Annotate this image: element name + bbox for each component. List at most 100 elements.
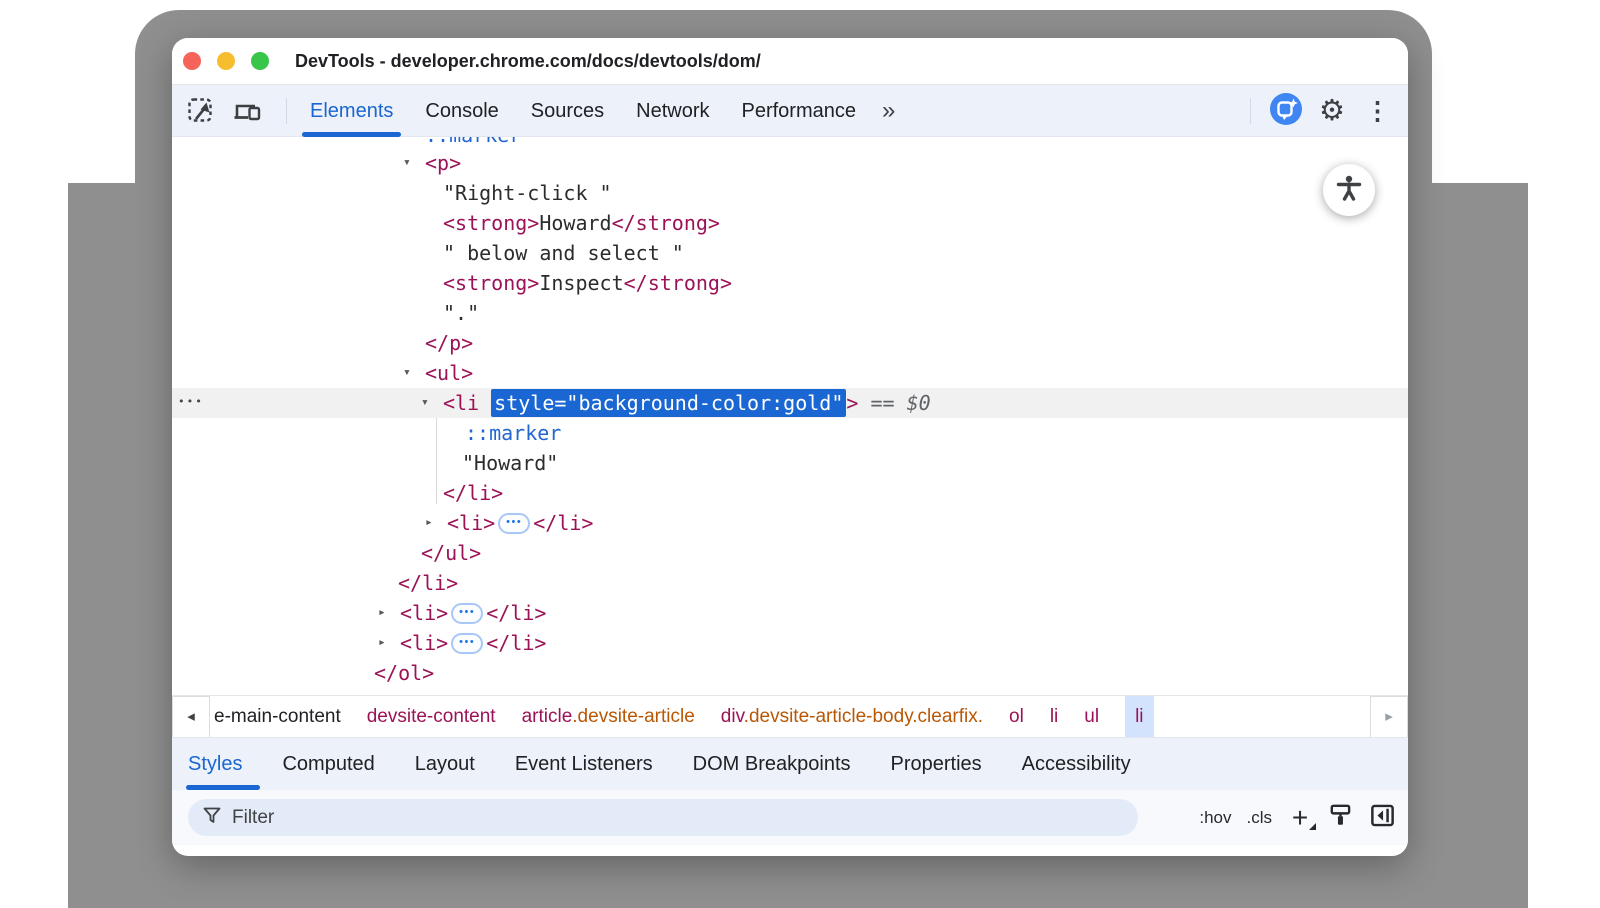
window-title: DevTools - developer.chrome.com/docs/dev… <box>295 38 761 85</box>
dom-tree-node[interactable]: "Howard" <box>172 448 1408 478</box>
sidebar-tab-dom-breakpoints[interactable]: DOM Breakpoints <box>693 738 851 790</box>
tab-network[interactable]: Network <box>620 85 725 137</box>
dom-tree-node[interactable]: </li> <box>172 478 1408 508</box>
node-text: "Right-click " <box>443 181 612 205</box>
node-tag: <li <box>443 391 491 415</box>
sidebar-tab-event-listeners[interactable]: Event Listeners <box>515 738 653 790</box>
tab-sources[interactable]: Sources <box>515 85 620 137</box>
dom-tree-node[interactable]: ▾<ul> <box>172 358 1408 388</box>
crumb-tag: ul <box>1084 706 1099 727</box>
collapse-arrow-icon[interactable]: ▾ <box>403 148 411 178</box>
dom-tree-node[interactable]: ▸ <li>•••</li> <box>172 508 1408 538</box>
styles-filter-bar: Filter :hov .cls + <box>172 790 1408 845</box>
node-options-dots-icon[interactable]: ••• <box>178 388 204 416</box>
dom-tree-node[interactable]: "Right-click " <box>172 178 1408 208</box>
sidebar-tab-computed[interactable]: Computed <box>282 738 374 790</box>
sidebar-tab-layout[interactable]: Layout <box>415 738 475 790</box>
toggle-hover-state-button[interactable]: :hov <box>1199 808 1231 828</box>
node-text: Inspect <box>539 271 623 295</box>
expand-arrow-icon[interactable]: ▸ <box>378 628 386 658</box>
toolbar-right-divider <box>1250 98 1251 124</box>
node-text: "." <box>443 301 479 325</box>
sidebar-tab-accessibility[interactable]: Accessibility <box>1022 738 1131 790</box>
settings-gear-icon[interactable]: ⚙ <box>1319 96 1345 126</box>
dom-tree: ::marker▾<p>"Right-click "<strong>Howard… <box>172 137 1408 695</box>
filter-input[interactable]: Filter <box>188 799 1138 836</box>
breadcrumb-item[interactable]: e-main-content <box>214 696 341 738</box>
node-tag: <li> <box>447 511 495 535</box>
new-style-rule-button[interactable]: + <box>1287 805 1313 831</box>
node-tag: </li> <box>486 631 546 655</box>
toggle-sidebar-icon[interactable] <box>1369 802 1396 834</box>
stage: DevTools - developer.chrome.com/docs/dev… <box>0 0 1600 908</box>
ellipsis-expand-pill[interactable]: ••• <box>498 513 530 534</box>
filter-placeholder: Filter <box>232 807 274 829</box>
accessibility-overlay-button[interactable] <box>1323 164 1375 216</box>
filter-funnel-icon <box>202 805 222 830</box>
breadcrumb-bar: ◂ e-main-content devsite-content article.d… <box>172 695 1408 737</box>
breadcrumb-scroll-right-icon[interactable]: ▸ <box>1370 696 1408 738</box>
ellipsis-expand-pill[interactable]: ••• <box>451 603 483 624</box>
sidebar-tab-properties[interactable]: Properties <box>891 738 982 790</box>
node-text: " below and select " <box>443 241 684 265</box>
crumb-tag: devsite-content <box>367 706 496 727</box>
zoom-window-button[interactable] <box>251 52 269 70</box>
node-tag: <li> <box>400 601 448 625</box>
more-tabs-icon[interactable]: » <box>872 87 903 135</box>
node-tag: </ul> <box>421 541 481 565</box>
tab-performance[interactable]: Performance <box>726 85 873 137</box>
breadcrumb-item[interactable]: ul <box>1084 696 1099 738</box>
ai-assistance-icon[interactable] <box>1269 92 1303 131</box>
sidebar-tab-styles[interactable]: Styles <box>188 738 242 790</box>
dom-tree-node[interactable]: <strong>Howard</strong> <box>172 208 1408 238</box>
crumb-tag: article <box>522 706 573 727</box>
dom-tree-node[interactable]: ▸<li>•••</li> <box>172 598 1408 628</box>
node-dollar: $0 <box>907 391 931 415</box>
devtools-window: DevTools - developer.chrome.com/docs/dev… <box>172 38 1408 856</box>
tab-elements[interactable]: Elements <box>294 85 409 137</box>
ellipsis-expand-pill[interactable]: ••• <box>451 633 483 654</box>
dom-tree-node[interactable]: ::marker <box>172 418 1408 448</box>
dom-tree-node[interactable]: " below and select " <box>172 238 1408 268</box>
dom-tree-node[interactable]: ▸<li>•••</li> <box>172 628 1408 658</box>
expand-arrow-icon[interactable]: ▸ <box>378 598 386 628</box>
collapse-arrow-icon[interactable]: ▾ <box>421 388 429 418</box>
close-window-button[interactable] <box>183 52 201 70</box>
expand-arrow-icon[interactable]: ▸ <box>425 508 433 538</box>
device-toolbar-icon[interactable] <box>232 96 262 126</box>
kebab-menu-icon[interactable]: ⋮ <box>1361 96 1394 126</box>
node-tag: </li> <box>443 481 503 505</box>
collapse-arrow-icon[interactable]: ▾ <box>403 358 411 388</box>
breadcrumb-item[interactable]: li <box>1050 696 1058 738</box>
breadcrumb-item[interactable]: ol <box>1009 696 1024 738</box>
inspect-element-icon[interactable] <box>186 96 216 126</box>
tab-console[interactable]: Console <box>409 85 514 137</box>
toggle-class-button[interactable]: .cls <box>1247 808 1273 828</box>
breadcrumb-item[interactable]: div.devsite-article-body.clearfix. <box>721 696 983 738</box>
breadcrumb-item[interactable]: article.devsite-article <box>522 696 695 738</box>
crumb-tag: li <box>1050 706 1058 727</box>
dom-tree-node[interactable]: <strong>Inspect</strong> <box>172 268 1408 298</box>
node-dim: == <box>858 391 906 415</box>
minimize-window-button[interactable] <box>217 52 235 70</box>
devtools-toolbar: ElementsConsoleSourcesNetworkPerformance… <box>172 85 1408 137</box>
panel-tab-strip: ElementsConsoleSourcesNetworkPerformance… <box>294 85 903 137</box>
dom-tree-node-selected[interactable]: •••▾<li style="background-color:gold"> =… <box>172 388 1408 418</box>
breadcrumb-item[interactable]: devsite-content <box>367 696 496 738</box>
rendering-paint-icon[interactable] <box>1328 802 1354 833</box>
dom-tree-node[interactable]: </ol> <box>172 658 1408 688</box>
node-tag: </li> <box>533 511 593 535</box>
node-tag: <strong> <box>443 211 539 235</box>
dom-tree-node[interactable]: </ul> <box>172 538 1408 568</box>
breadcrumb-scroll-left-icon[interactable]: ◂ <box>172 696 210 738</box>
crumb-cls: .devsite-article <box>572 706 695 727</box>
dom-tree-node[interactable]: </li> <box>172 568 1408 598</box>
breadcrumb-item-selected[interactable]: li <box>1125 696 1153 738</box>
dom-tree-node[interactable]: </p> <box>172 328 1408 358</box>
node-pseudo: ::marker <box>425 137 521 147</box>
dom-tree-node[interactable]: ▾<p> <box>172 148 1408 178</box>
toolbar-right-controls: ⚙ ⋮ <box>1250 85 1394 137</box>
accessibility-person-icon <box>1335 174 1363 207</box>
crumb-tag: ol <box>1009 706 1024 727</box>
dom-tree-node[interactable]: "." <box>172 298 1408 328</box>
